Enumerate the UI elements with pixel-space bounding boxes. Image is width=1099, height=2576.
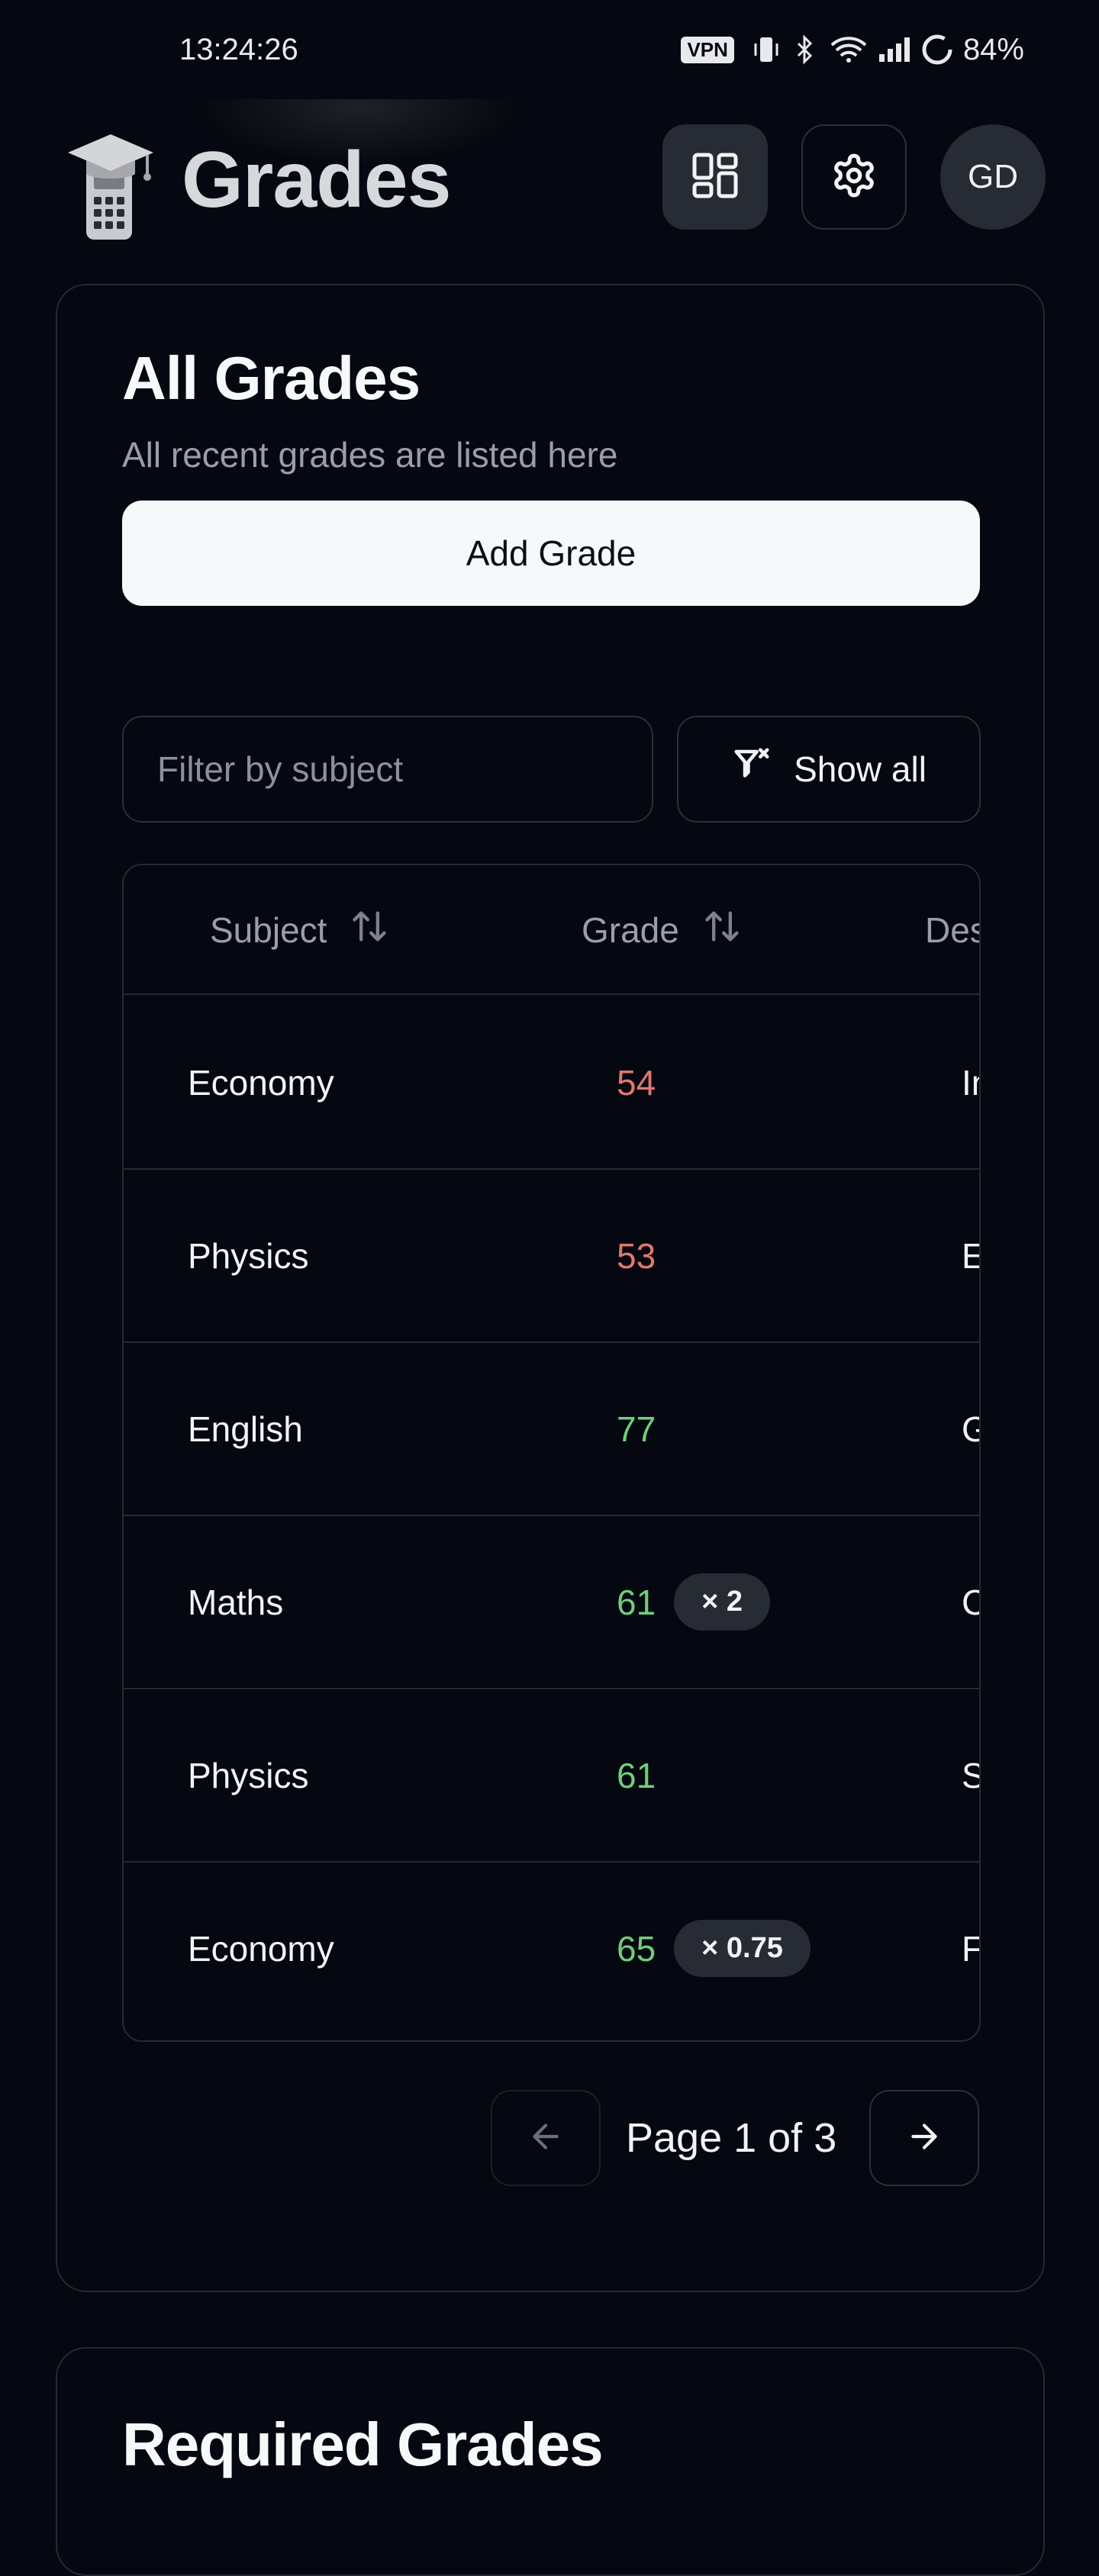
dashboard-icon (691, 152, 739, 203)
grade-value: 54 (617, 1062, 656, 1103)
previous-page-button[interactable] (491, 2090, 601, 2186)
sort-arrows-icon (702, 906, 742, 955)
cell-subject: Physics (188, 1755, 309, 1795)
weight-badge: × 0.75 (674, 1920, 811, 1977)
dashboard-button[interactable] (662, 124, 768, 230)
settings-button[interactable] (801, 124, 907, 230)
column-header-subject[interactable]: Subject (210, 865, 389, 995)
cell-subject: English (188, 1409, 303, 1449)
add-grade-button[interactable]: Add Grade (122, 501, 980, 606)
filter-clear-icon (731, 745, 772, 794)
status-time: 13:24:26 (179, 32, 298, 66)
all-grades-card: All Grades All recent grades are listed … (56, 284, 1045, 2292)
page-indicator: Page 1 of 3 (626, 2115, 837, 2161)
cell-subject: Economy (188, 1062, 334, 1103)
grade-value: 77 (617, 1409, 656, 1449)
status-bar: 13:24:26 VPN 84% (0, 0, 1099, 99)
next-page-button[interactable] (869, 2090, 979, 2186)
show-all-button[interactable]: Show all (677, 716, 981, 823)
table-header: Subject Grade Des (124, 865, 979, 995)
column-label: Des (925, 910, 979, 950)
table-row[interactable]: Economy 54 Inter (124, 997, 979, 1170)
required-grades-card: Required Grades (56, 2347, 1045, 2576)
cell-grade: 54 (617, 997, 656, 1168)
battery-ring-icon (920, 33, 954, 66)
column-header-description[interactable]: Des (925, 865, 979, 995)
graduation-calculator-logo-icon (65, 130, 156, 244)
cell-subject: Maths (188, 1582, 284, 1622)
pagination: Page 1 of 3 (57, 2090, 1046, 2189)
show-all-label: Show all (794, 749, 927, 789)
app-header: Grades GD (0, 99, 1099, 252)
cell-grade: 77 (617, 1343, 656, 1515)
cell-description: Calc (962, 1516, 979, 1688)
grade-value: 61 (617, 1582, 656, 1622)
column-label: Subject (210, 910, 327, 950)
weight-badge: × 2 (674, 1573, 771, 1631)
bluetooth-icon (789, 34, 820, 65)
grade-value: 65 (617, 1928, 656, 1969)
filter-subject-input[interactable] (122, 716, 653, 823)
card-title: Required Grades (122, 2410, 604, 2478)
table-row[interactable]: English 77 Gran (124, 1343, 979, 1516)
table-row[interactable]: Physics 61 Stati (124, 1689, 979, 1863)
arrow-right-icon (905, 2117, 943, 2159)
table-row[interactable]: Economy 65 × 0.75 Fisca (124, 1863, 979, 2036)
table-row[interactable]: Maths 61 × 2 Calc (124, 1516, 979, 1689)
gear-icon (830, 152, 878, 203)
cell-subject: Economy (188, 1928, 334, 1969)
vpn-badge: VPN (681, 36, 734, 63)
sort-arrows-icon (350, 906, 389, 955)
user-avatar[interactable]: GD (940, 124, 1046, 230)
cell-description: Gran (962, 1343, 979, 1515)
status-icons: VPN 84% (681, 33, 1024, 67)
grade-value: 61 (617, 1755, 656, 1795)
cell-grade: 61 × 2 (617, 1516, 771, 1688)
table-row[interactable]: Physics 53 Ener (124, 1170, 979, 1343)
cell-grade: 65 × 0.75 (617, 1863, 811, 2034)
column-header-grade[interactable]: Grade (582, 865, 742, 995)
cell-grade: 53 (617, 1170, 656, 1341)
cell-grade: 61 (617, 1689, 656, 1861)
cell-description: Ener (962, 1170, 979, 1341)
cell-description: Inter (962, 1062, 979, 1103)
signal-icon (878, 34, 911, 65)
battery-level: 84% (962, 32, 1024, 66)
cell-description: Fisca (962, 1863, 979, 2034)
cell-description: Stati (962, 1689, 979, 1861)
app-title: Grades (182, 136, 451, 224)
card-title: All Grades (122, 344, 421, 412)
cell-subject: Physics (188, 1235, 309, 1276)
card-subtitle: All recent grades are listed here (122, 435, 618, 475)
column-label: Grade (582, 910, 679, 950)
arrow-left-icon (527, 2117, 565, 2159)
grade-value: 53 (617, 1235, 656, 1276)
grades-table[interactable]: Subject Grade Des Economy 54 Inter Physi… (122, 864, 981, 2042)
wifi-icon (829, 34, 869, 65)
vibrate-icon (753, 34, 780, 65)
